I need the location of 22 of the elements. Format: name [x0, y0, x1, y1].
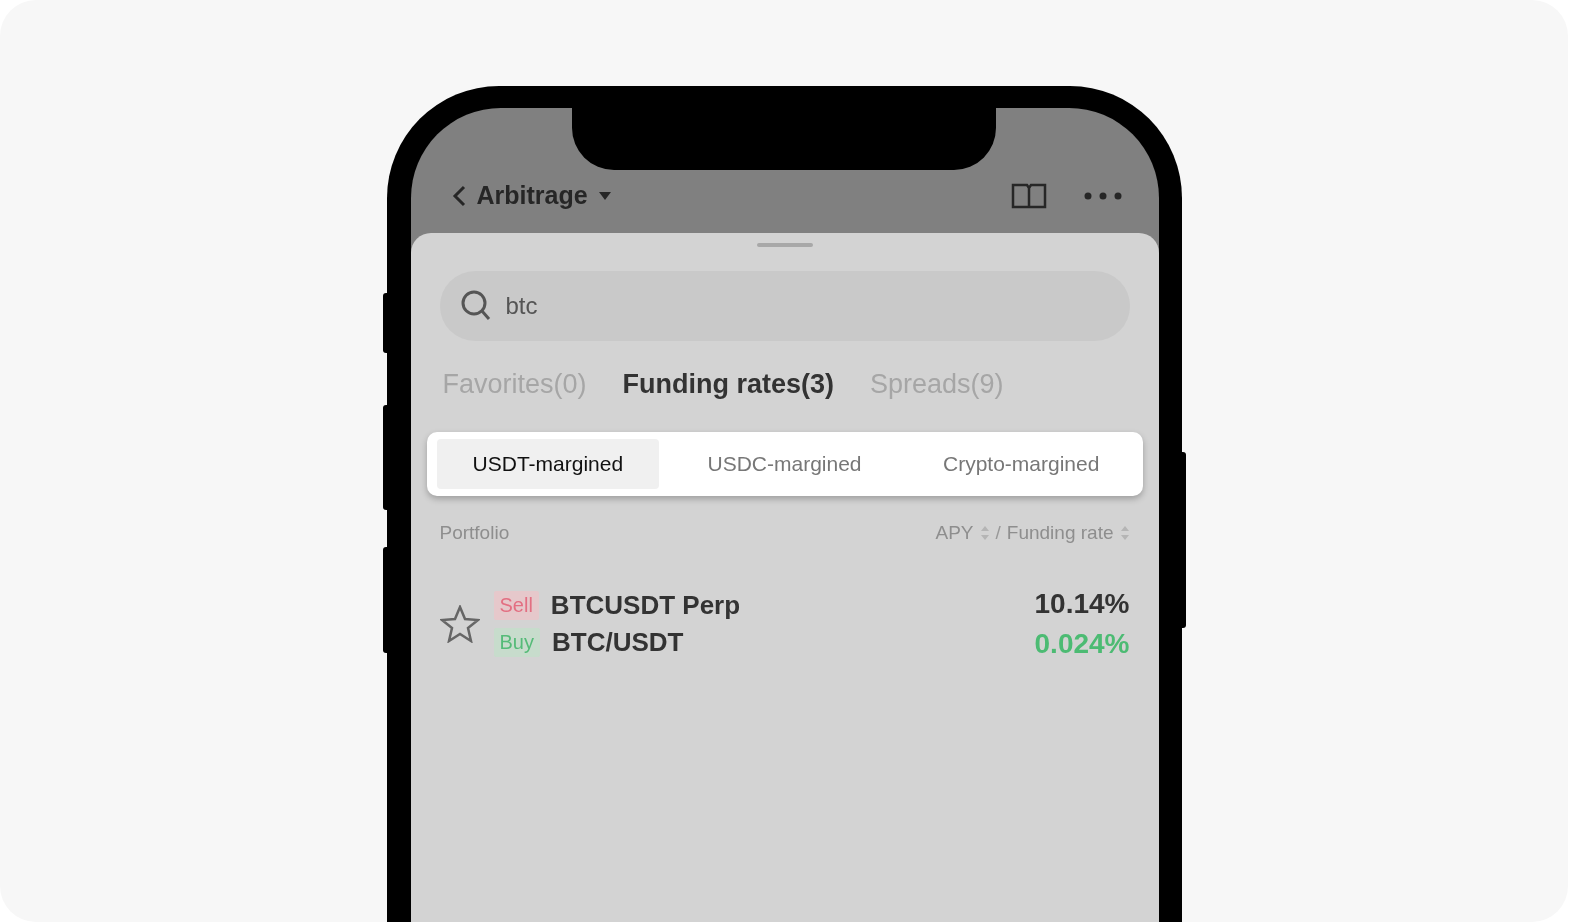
side-badge: Sell	[493, 591, 539, 620]
search-input[interactable]: btc	[503, 291, 1068, 321]
segment-tab[interactable]: USDT-margined	[436, 439, 660, 489]
page-title[interactable]: Arbitrage	[476, 181, 588, 210]
pair-name: BTC/USDT	[551, 627, 684, 658]
column-label: Portfolio	[439, 522, 510, 544]
funding-rate-value: 0.024%	[1034, 628, 1130, 660]
book-icon[interactable]	[1010, 181, 1047, 210]
back-icon[interactable]	[450, 183, 467, 208]
segment-tab[interactable]: Crypto-margined	[909, 439, 1133, 489]
search-field[interactable]: btc	[439, 271, 1130, 341]
pair-name: BTCUSDT Perp	[550, 590, 741, 621]
search-icon	[459, 289, 492, 323]
apy-value: 10.14%	[1034, 588, 1130, 620]
category-tab[interactable]: Funding rates(3)	[622, 369, 835, 400]
more-icon[interactable]	[1082, 190, 1123, 201]
segment-tab[interactable]: USDC-margined	[673, 439, 896, 489]
side-badge: Buy	[493, 628, 540, 657]
star-icon[interactable]	[439, 605, 480, 643]
caret-icon[interactable]	[597, 190, 612, 201]
separator: /	[995, 522, 1001, 544]
drag-handle[interactable]	[756, 243, 813, 247]
